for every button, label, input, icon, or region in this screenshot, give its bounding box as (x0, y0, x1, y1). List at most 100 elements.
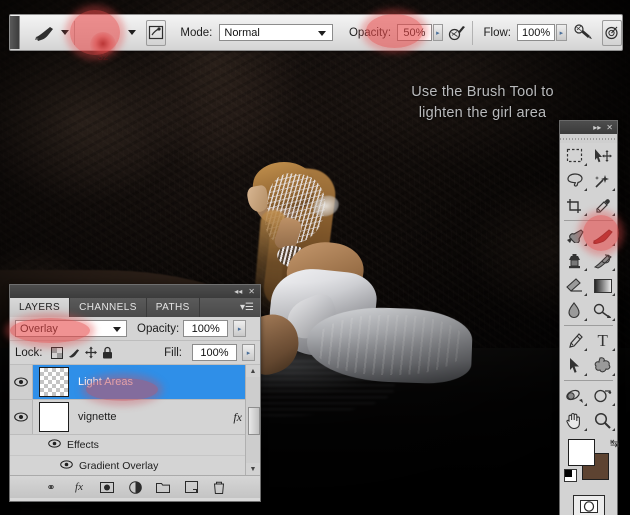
eraser-tool[interactable] (560, 273, 589, 298)
flow-value: 100% (522, 26, 551, 39)
hand-tool[interactable] (560, 408, 589, 433)
blur-tool[interactable] (560, 298, 589, 323)
scrollbar[interactable]: ▲ ▼ (245, 365, 260, 475)
fill-input[interactable]: 100% (192, 344, 237, 361)
flow-spinner[interactable]: ▸ (556, 24, 567, 41)
flow-spinner-glyph: ▸ (559, 29, 564, 37)
layer-blend-mode-dropdown[interactable]: Overlay (15, 320, 127, 337)
lasso-tool[interactable] (560, 168, 589, 193)
tools-grid-4 (560, 383, 617, 433)
scroll-down-button[interactable]: ▼ (246, 463, 260, 475)
brush-tool-icon[interactable] (34, 21, 56, 45)
layers-list[interactable]: Light Areas vignette fx Effects Gradient… (10, 365, 260, 475)
lock-transparency-icon[interactable] (50, 346, 63, 359)
close-icon[interactable]: ✕ (606, 123, 613, 132)
pen-tool[interactable] (560, 328, 589, 353)
flow-input[interactable]: 100% (517, 24, 556, 41)
eye-icon[interactable] (10, 365, 33, 399)
fill-spinner[interactable]: ▸ (242, 344, 255, 361)
layer-opacity-spinner[interactable]: ▸ (233, 320, 247, 337)
tablet-pressure-opacity-icon[interactable] (573, 21, 593, 45)
tool-options-bar: 32 Mode: Normal Opacity: 50% ▸ Flow: 100… (9, 14, 623, 63)
opacity-input[interactable]: 50% (397, 24, 432, 41)
new-group-icon[interactable] (156, 480, 171, 495)
path-selection-tool[interactable] (560, 353, 589, 378)
new-fill-adjustment-icon[interactable] (128, 480, 143, 495)
close-icon[interactable]: ✕ (248, 287, 255, 296)
eye-icon[interactable] (60, 460, 73, 472)
effect-name: Gradient Overlay (79, 460, 159, 472)
gradient-tool[interactable] (589, 273, 618, 298)
3d-orbit-tool[interactable] (589, 383, 618, 408)
layer-thumbnail[interactable] (39, 402, 69, 432)
tools-panel-grip[interactable] (560, 134, 617, 143)
tab-layers[interactable]: LAYERS (10, 298, 71, 317)
lock-position-icon[interactable] (84, 346, 97, 359)
tablet-pressure-size-icon[interactable] (601, 19, 622, 46)
link-layers-icon[interactable]: ⚭ (44, 480, 59, 495)
brush-size-preview[interactable]: 32 (80, 26, 126, 68)
zoom-tool[interactable] (589, 408, 618, 433)
healing-brush-tool[interactable] (560, 223, 589, 248)
eye-icon[interactable] (10, 400, 33, 434)
move-tool[interactable] (589, 143, 618, 168)
list-item[interactable]: Effects (10, 435, 260, 456)
horizontal-type-tool[interactable]: T (589, 328, 618, 353)
lock-label: Lock: (15, 346, 43, 359)
tab-channels[interactable]: CHANNELS (70, 298, 147, 317)
brush-tool[interactable] (589, 223, 618, 248)
scroll-up-button[interactable]: ▲ (246, 365, 260, 377)
layers-panel-titlebar[interactable]: ◂◂ ✕ (10, 285, 260, 298)
new-layer-icon[interactable] (184, 480, 199, 495)
eye-icon[interactable] (48, 439, 61, 451)
eyedropper-tool[interactable] (589, 193, 618, 218)
airbrush-icon[interactable] (448, 21, 466, 45)
dodge-tool[interactable] (589, 298, 618, 323)
layer-style-fx-icon[interactable]: fx (72, 480, 87, 495)
layer-style-fx-icon[interactable]: fx (233, 410, 242, 425)
custom-shape-tool[interactable] (589, 353, 618, 378)
brush-panel-toggle-icon[interactable] (146, 19, 167, 46)
annotation-line-1: Use the Brush Tool to (411, 84, 554, 100)
history-brush-tool[interactable] (589, 248, 618, 273)
tools-divider (564, 220, 613, 221)
tab-layers-label: LAYERS (19, 302, 61, 313)
layer-opacity-label: Opacity: (137, 322, 180, 335)
add-layer-mask-icon[interactable] (100, 480, 115, 495)
layer-name: vignette (78, 411, 117, 423)
3d-rotate-tool[interactable] (560, 383, 589, 408)
expand-panel-icon[interactable]: ▸▸ (593, 123, 601, 132)
options-bar-grip[interactable] (10, 16, 20, 49)
fill-spinner-glyph: ▸ (246, 349, 251, 357)
brush-preset-caret-icon[interactable] (61, 30, 69, 35)
table-row[interactable]: Light Areas (10, 365, 260, 400)
mode-value: Normal (224, 26, 260, 39)
table-row[interactable]: vignette fx (10, 400, 260, 435)
brush-size-caret-icon[interactable] (128, 30, 136, 35)
instruction-annotation: Use the Brush Tool to lighten the girl a… (375, 82, 590, 124)
blend-mode-dropdown[interactable]: Normal (219, 24, 333, 41)
quick-mask-mode-icon[interactable] (572, 495, 605, 515)
tools-divider (564, 325, 613, 326)
delete-layer-icon[interactable] (212, 480, 227, 495)
tools-panel-titlebar[interactable]: ▸▸ ✕ (560, 121, 617, 134)
tools-grid (560, 143, 617, 218)
foreground-color-swatch[interactable] (568, 439, 595, 466)
layer-opacity-input[interactable]: 100% (183, 320, 229, 337)
panel-menu-icon[interactable]: ▾☰ (234, 298, 260, 317)
default-colors-icon[interactable] (564, 469, 577, 482)
lock-image-pixels-icon[interactable] (68, 347, 80, 359)
lock-all-icon[interactable] (102, 346, 114, 359)
tab-paths[interactable]: PATHS (147, 298, 200, 317)
clone-stamp-tool[interactable] (560, 248, 589, 273)
list-item[interactable]: Gradient Overlay (10, 456, 260, 475)
layer-thumbnail[interactable] (39, 367, 69, 397)
brush-size-value: 32 (97, 52, 109, 63)
opacity-spinner[interactable]: ▸ (432, 24, 444, 41)
magic-wand-tool[interactable] (589, 168, 618, 193)
crop-tool[interactable] (560, 193, 589, 218)
rectangular-marquee-tool[interactable] (560, 143, 589, 168)
swap-colors-icon[interactable]: ↹ (610, 437, 619, 450)
collapse-panel-icon[interactable]: ◂◂ (234, 287, 242, 296)
scrollbar-thumb[interactable] (248, 407, 260, 435)
